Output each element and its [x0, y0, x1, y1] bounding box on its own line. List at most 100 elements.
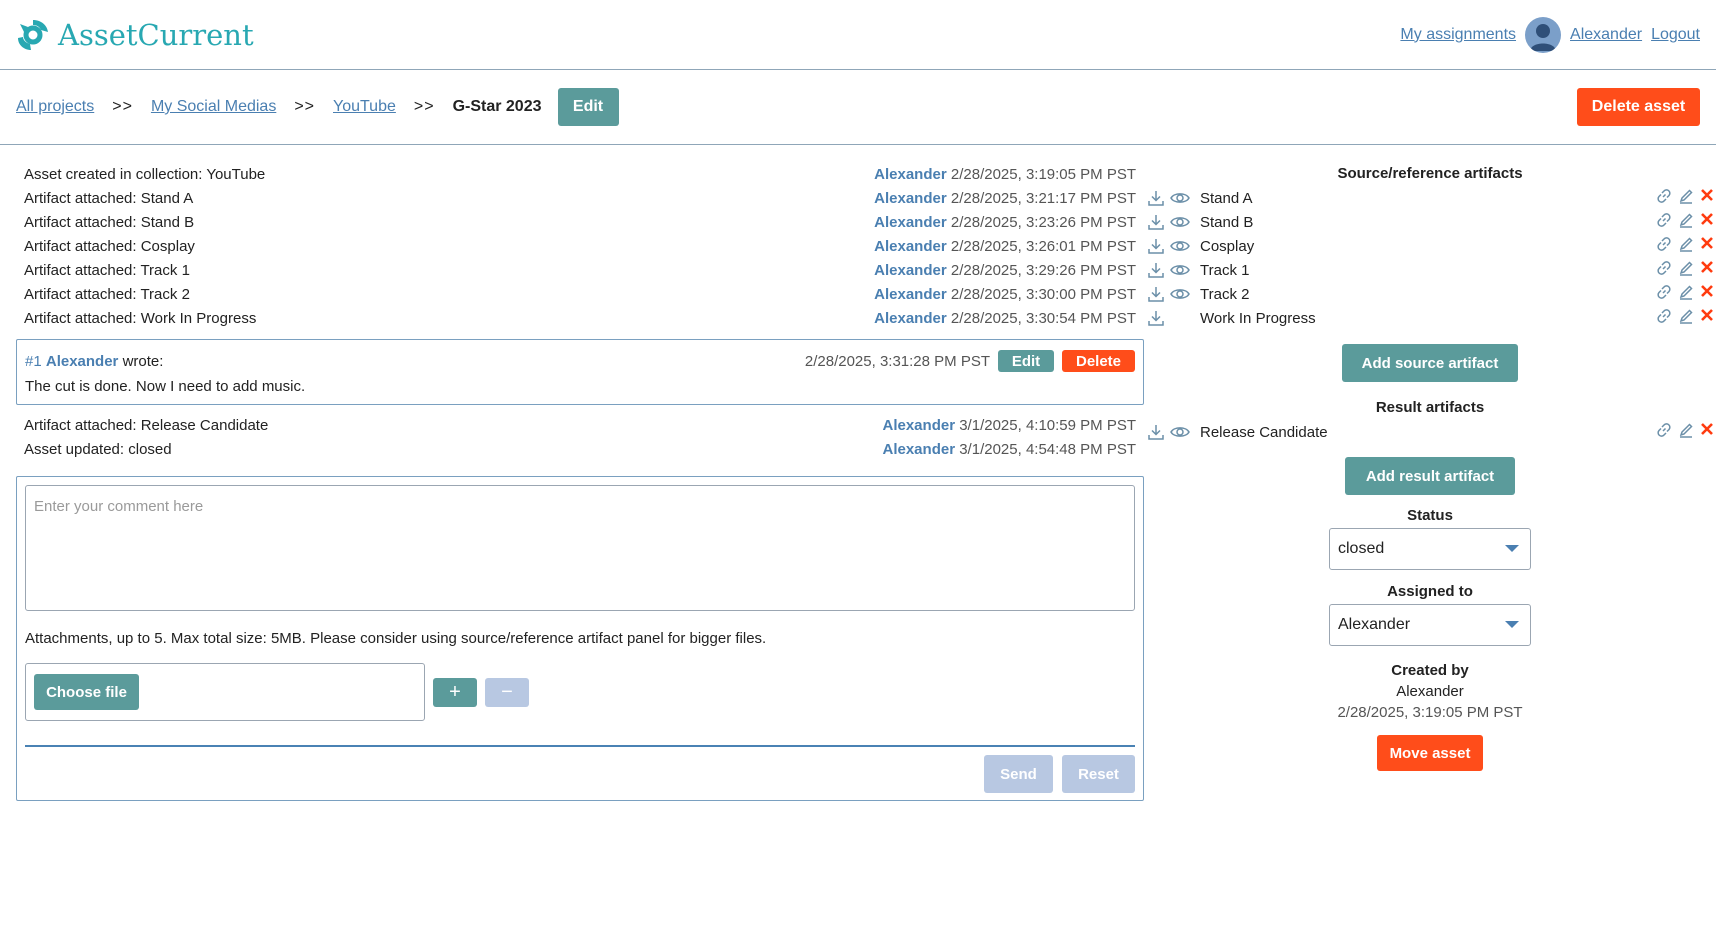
history-entry: Artifact attached: Cosplay Alexander 2/2…	[16, 234, 1144, 258]
history-text: Asset created in collection: YouTube	[24, 165, 266, 183]
artifact-name[interactable]: Cosplay	[1200, 238, 1656, 255]
logout-link[interactable]: Logout	[1651, 26, 1700, 44]
link-icon[interactable]	[1656, 260, 1672, 280]
history-entry: Artifact attached: Stand A Alexander 2/2…	[16, 186, 1144, 210]
choose-file-button[interactable]: Choose file	[34, 674, 139, 710]
pencil-icon[interactable]	[1678, 212, 1694, 232]
close-icon[interactable]	[1700, 188, 1714, 208]
history-time: 2/28/2025, 3:29:26 PM PST	[950, 261, 1136, 279]
status-label: Status	[1407, 507, 1453, 524]
history-user[interactable]: Alexander	[883, 417, 956, 434]
history-time: 2/28/2025, 3:26:01 PM PST	[950, 237, 1136, 255]
history-user[interactable]: Alexander	[874, 238, 947, 255]
history-user[interactable]: Alexander	[874, 286, 947, 303]
link-icon[interactable]	[1656, 422, 1672, 442]
artifact-name[interactable]: Work In Progress	[1200, 310, 1656, 327]
comment-delete-button[interactable]: Delete	[1062, 350, 1135, 372]
breadcrumb-my-social-medias[interactable]: My Social Medias	[151, 98, 276, 116]
eye-icon[interactable]	[1168, 262, 1192, 278]
artifact-row: Cosplay	[1144, 234, 1716, 258]
history-time: 2/28/2025, 3:30:54 PM PST	[950, 309, 1136, 327]
add-result-artifact-button[interactable]: Add result artifact	[1345, 457, 1515, 495]
comment-input[interactable]	[25, 485, 1135, 611]
avatar[interactable]	[1525, 16, 1562, 53]
artifact-name[interactable]: Release Candidate	[1200, 424, 1656, 441]
user-avatar-icon	[1530, 23, 1557, 51]
close-icon[interactable]	[1700, 236, 1714, 256]
artifact-name[interactable]: Stand B	[1200, 214, 1656, 231]
remove-attachment-button[interactable]: −	[485, 677, 529, 707]
user-name-link[interactable]: Alexander	[1570, 26, 1642, 44]
eye-icon[interactable]	[1168, 238, 1192, 254]
eye-icon[interactable]	[1168, 286, 1192, 302]
reset-button[interactable]: Reset	[1062, 755, 1135, 793]
close-icon[interactable]	[1700, 308, 1714, 328]
download-icon[interactable]	[1144, 237, 1168, 255]
brand-name: AssetCurrent	[58, 17, 254, 52]
file-picker[interactable]: Choose file	[25, 663, 425, 721]
comment-form: Attachments, up to 5. Max total size: 5M…	[16, 476, 1144, 801]
download-icon[interactable]	[1144, 213, 1168, 231]
download-icon[interactable]	[1144, 189, 1168, 207]
add-attachment-button[interactable]: +	[433, 677, 477, 707]
move-asset-button[interactable]: Move asset	[1377, 735, 1483, 771]
breadcrumb-youtube[interactable]: YouTube	[333, 98, 396, 116]
download-icon[interactable]	[1144, 261, 1168, 279]
add-source-artifact-button[interactable]: Add source artifact	[1342, 344, 1518, 382]
assigned-select[interactable]: Alexander	[1329, 604, 1531, 646]
history-text: Artifact attached: Cosplay	[24, 237, 195, 255]
close-icon[interactable]	[1700, 212, 1714, 232]
pencil-icon[interactable]	[1678, 308, 1694, 328]
pencil-icon[interactable]	[1678, 236, 1694, 256]
close-icon[interactable]	[1700, 260, 1714, 280]
history-time: 3/1/2025, 4:54:48 PM PST	[959, 440, 1136, 458]
breadcrumb-all-projects[interactable]: All projects	[16, 98, 94, 116]
comment-author[interactable]: Alexander	[46, 353, 119, 370]
eye-icon[interactable]	[1168, 310, 1192, 326]
artifact-name[interactable]: Track 1	[1200, 262, 1656, 279]
history-user[interactable]: Alexander	[874, 262, 947, 279]
chevron-down-icon	[1505, 545, 1519, 552]
link-icon[interactable]	[1656, 188, 1672, 208]
pencil-icon[interactable]	[1678, 422, 1694, 442]
history-entry: Artifact attached: Work In Progress Alex…	[16, 306, 1144, 330]
link-icon[interactable]	[1656, 212, 1672, 232]
link-icon[interactable]	[1656, 284, 1672, 304]
link-icon[interactable]	[1656, 236, 1672, 256]
comment-edit-button[interactable]: Edit	[998, 350, 1054, 372]
history-user[interactable]: Alexander	[883, 441, 956, 458]
user-nav: My assignments Alexander Logout	[1400, 16, 1700, 53]
history-user[interactable]: Alexander	[874, 214, 947, 231]
history-list: Asset created in collection: YouTube Ale…	[16, 162, 1144, 330]
artifact-name[interactable]: Stand A	[1200, 190, 1656, 207]
history-user[interactable]: Alexander	[874, 166, 947, 183]
artifact-row: Release Candidate	[1144, 420, 1716, 444]
eye-icon[interactable]	[1168, 424, 1192, 440]
send-button[interactable]: Send	[984, 755, 1053, 793]
eye-icon[interactable]	[1168, 190, 1192, 206]
pencil-icon[interactable]	[1678, 188, 1694, 208]
my-assignments-link[interactable]: My assignments	[1400, 26, 1516, 44]
history-user[interactable]: Alexander	[874, 310, 947, 327]
logo-icon	[18, 19, 48, 50]
eye-icon[interactable]	[1168, 214, 1192, 230]
history-time: 2/28/2025, 3:19:05 PM PST	[950, 165, 1136, 183]
history-entry: Artifact attached: Release Candidate Ale…	[16, 413, 1144, 437]
delete-asset-button[interactable]: Delete asset	[1577, 88, 1700, 126]
pencil-icon[interactable]	[1678, 260, 1694, 280]
close-icon[interactable]	[1700, 284, 1714, 304]
assigned-label: Assigned to	[1387, 583, 1473, 600]
edit-asset-button[interactable]: Edit	[557, 88, 619, 126]
artifact-name[interactable]: Track 2	[1200, 286, 1656, 303]
download-icon[interactable]	[1144, 309, 1168, 327]
history-user[interactable]: Alexander	[874, 190, 947, 207]
download-icon[interactable]	[1144, 423, 1168, 441]
status-select[interactable]: closed	[1329, 528, 1531, 570]
brand[interactable]: AssetCurrent	[16, 18, 254, 52]
history-entry: Artifact attached: Track 1 Alexander 2/2…	[16, 258, 1144, 282]
download-icon[interactable]	[1144, 285, 1168, 303]
history-text: Artifact attached: Stand B	[24, 213, 195, 231]
link-icon[interactable]	[1656, 308, 1672, 328]
close-icon[interactable]	[1700, 422, 1714, 442]
pencil-icon[interactable]	[1678, 284, 1694, 304]
